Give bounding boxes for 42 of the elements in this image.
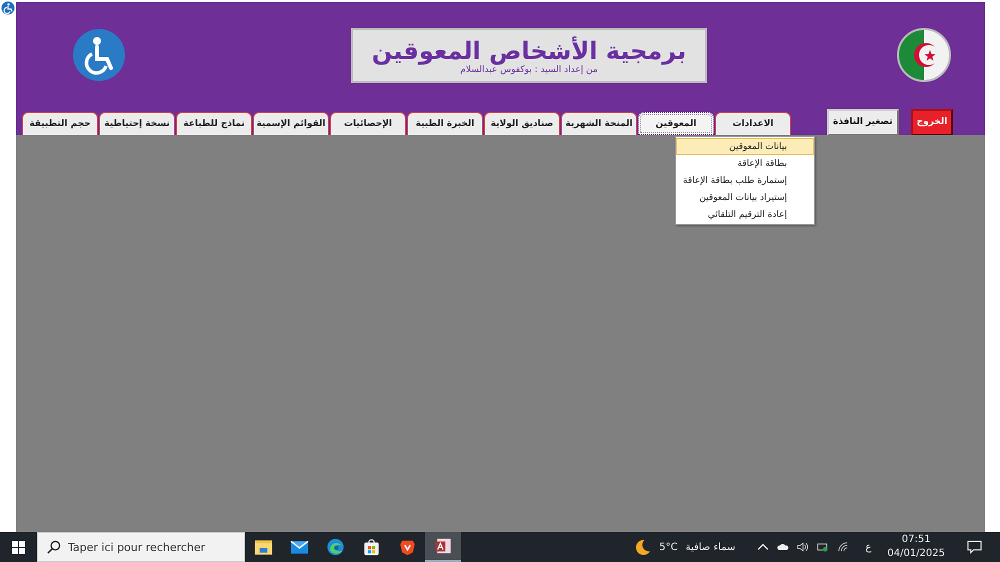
language-indicator[interactable]: ع	[865, 542, 872, 552]
speaker-icon[interactable]	[797, 542, 810, 552]
exit-button[interactable]: الخروج	[910, 109, 954, 136]
tab[interactable]: الاعدادات	[715, 112, 791, 135]
cloud-icon[interactable]	[777, 542, 790, 552]
tab[interactable]: المعوقين	[638, 112, 714, 135]
flag-icon	[897, 28, 951, 82]
tab[interactable]: الإحصائيات	[330, 112, 406, 135]
wheelchair-icon	[72, 28, 126, 82]
weather-condition: سماء صافية	[686, 542, 736, 552]
tab[interactable]: نسخة إحتياطية	[99, 112, 175, 135]
menu-item[interactable]: بيانات المعوقين	[676, 138, 814, 155]
clock-time[interactable]: 07:51	[902, 533, 931, 547]
tab[interactable]: صناديق الولاية	[484, 112, 560, 135]
wifi-icon[interactable]	[837, 542, 850, 552]
temperature: 5°C	[659, 542, 678, 552]
windows-start-icon[interactable]	[12, 540, 25, 554]
battery-icon[interactable]	[817, 542, 830, 552]
mail-icon[interactable]	[290, 538, 308, 556]
store-icon[interactable]	[362, 538, 380, 556]
tab[interactable]: حجم التطبيقة	[22, 112, 98, 135]
notification-icon[interactable]	[967, 540, 982, 554]
lion-shield-icon[interactable]	[398, 538, 416, 556]
search-field[interactable]: Taper ici pour rechercher	[37, 532, 245, 562]
menu-item[interactable]: إستيراد بيانات المعوقين	[676, 189, 814, 206]
app-title: برمجية الأشخاص المعوقين	[372, 36, 686, 64]
tab[interactable]: المنحة الشهرية	[561, 112, 637, 135]
chevron-up-icon[interactable]	[757, 542, 770, 552]
menu-item[interactable]: إستمارة طلب بطاقة الإعاقة	[676, 172, 814, 189]
menu-item[interactable]: إعادة الترقيم التلقائي	[676, 206, 814, 223]
menu-item[interactable]: بطاقة الإعاقة	[676, 155, 814, 172]
tab[interactable]: الخبرة الطبية	[407, 112, 483, 135]
folder-icon[interactable]	[254, 538, 272, 556]
tab[interactable]: نماذج للطباعة	[176, 112, 252, 135]
clock-date[interactable]: 04/01/2025	[887, 547, 945, 561]
author-credit: من إعداد السيد : بوكفوس عبدالسلام	[460, 64, 598, 74]
search-icon	[46, 540, 61, 555]
minimize-button[interactable]: تصغير النافذة	[827, 109, 899, 136]
database-app-icon[interactable]	[434, 537, 452, 555]
tab[interactable]: القوائم الإسمية	[253, 112, 329, 135]
moon-icon	[634, 538, 652, 556]
browser-icon[interactable]	[326, 538, 344, 556]
